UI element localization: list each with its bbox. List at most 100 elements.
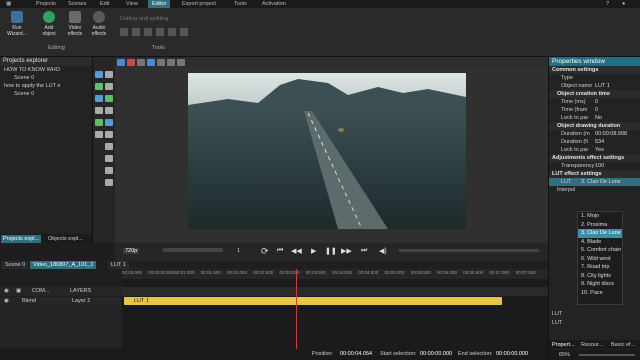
run-wizard-button[interactable]: Run Wizard...: [6, 11, 28, 37]
arrow-object-icon[interactable]: [105, 143, 113, 150]
drawing-duration-header[interactable]: Object drawing duration: [549, 122, 640, 130]
lut-settings-header[interactable]: LUT effect settings: [549, 170, 640, 178]
zoom-slider[interactable]: [579, 354, 635, 356]
rotate-icon[interactable]: [156, 28, 164, 36]
zoom-tool-icon[interactable]: [105, 179, 113, 186]
blend-mode-select[interactable]: Blend: [22, 297, 36, 306]
align-icon[interactable]: [157, 59, 165, 66]
creation-time-header[interactable]: Object creation time: [549, 90, 640, 98]
lock-parent-row[interactable]: Lock to par No: [549, 114, 640, 122]
explorer-item[interactable]: how to apply the LUT e: [0, 82, 92, 90]
volume-slider[interactable]: [399, 249, 539, 252]
tab-video-object[interactable]: Video_180807_A_101_1: [30, 261, 97, 269]
subtitle-object-icon[interactable]: [95, 107, 103, 114]
time-ms-field[interactable]: 0: [595, 98, 598, 106]
loop-icon[interactable]: ⟳: [261, 246, 269, 257]
skip-back-icon[interactable]: ⏮: [277, 247, 283, 255]
preview-zoom-slider[interactable]: [163, 248, 223, 252]
lut-option[interactable]: 6. Wild west: [578, 255, 622, 264]
skip-forward-icon[interactable]: ⏭: [361, 247, 367, 255]
time-ms-row[interactable]: Time (ms) 0: [549, 98, 640, 106]
lut-option[interactable]: 7. Road trip: [578, 263, 622, 272]
track-composition[interactable]: ◉ ▣ COM... LAYERS: [0, 287, 122, 296]
lut-option[interactable]: 3. Clair De Lune: [578, 229, 622, 238]
grid-icon[interactable]: [137, 59, 145, 66]
lut-row[interactable]: LUT 3. Clair De Lune: [549, 178, 640, 186]
video-effects-button[interactable]: Video effects: [64, 11, 86, 37]
step-back-icon[interactable]: ◀◀: [291, 247, 302, 255]
tab-objects-explorer[interactable]: Objects expl...: [46, 235, 85, 243]
explorer-item[interactable]: Scene 0: [0, 74, 92, 82]
lut-option[interactable]: 1. Mojo: [578, 212, 622, 221]
duration-ms-row[interactable]: Duration (m 00:00:08.908: [549, 130, 640, 138]
lut-option[interactable]: 10. Pace: [578, 289, 622, 298]
menu-tools[interactable]: Tools: [230, 0, 251, 8]
preview-resolution[interactable]: 720p: [123, 248, 140, 254]
menu-activation[interactable]: Activation: [258, 0, 290, 8]
video-preview[interactable]: [188, 73, 466, 229]
lut-dropdown[interactable]: 3. Clair De Lune: [581, 178, 621, 186]
menu-view[interactable]: View: [122, 0, 142, 8]
text-tool-icon[interactable]: [105, 155, 113, 162]
lut-clip[interactable]: LUT 1: [124, 297, 502, 305]
lut-option[interactable]: 9. Night discs: [578, 280, 622, 289]
split-icon[interactable]: [132, 28, 140, 36]
object-name-row[interactable]: Object name LUT 1: [549, 82, 640, 90]
explorer-item[interactable]: HOW TO KNOW WHO: [0, 66, 92, 74]
shape-object-icon[interactable]: [105, 83, 113, 90]
menu-scenes[interactable]: Scenes: [64, 0, 90, 8]
play-icon[interactable]: ▶: [311, 247, 316, 255]
user-icon[interactable]: ●: [618, 0, 629, 8]
time-frame-row[interactable]: Time (fram 0: [549, 106, 640, 114]
lock-parent-value-2[interactable]: Yes: [595, 146, 604, 154]
duration-frames-field[interactable]: 534: [595, 138, 604, 146]
step-forward-icon[interactable]: ▶▶: [341, 247, 352, 255]
volume-icon[interactable]: ◀): [379, 247, 387, 255]
effect-object-icon[interactable]: [105, 119, 113, 126]
transparency-field[interactable]: 100: [595, 162, 604, 170]
audio-effects-button[interactable]: Audio effects: [88, 11, 110, 37]
lut-option[interactable]: 8. City lights: [578, 272, 622, 281]
menu-editor[interactable]: Editor: [148, 0, 171, 8]
lock-icon[interactable]: ▣: [16, 287, 21, 296]
text-object-icon[interactable]: [105, 71, 113, 78]
timeline-ruler[interactable]: 00:00.000 00:00:00.500 00:01.000 00:01.500 0…: [122, 269, 548, 279]
sprite-object-icon[interactable]: [95, 131, 103, 138]
lut-option[interactable]: 2. Proxima: [578, 221, 622, 230]
common-settings-header[interactable]: Common settings: [549, 66, 640, 74]
playhead[interactable]: [296, 269, 297, 349]
zoom-in-icon[interactable]: [167, 59, 175, 66]
time-frame-field[interactable]: 0: [595, 106, 598, 114]
snap-icon[interactable]: [147, 59, 155, 66]
speed-icon[interactable]: [180, 28, 188, 36]
menu-edit[interactable]: Edit: [96, 0, 113, 8]
lut-options-list[interactable]: 1. Mojo 2. Proxima 3. Clair De Lune 4. Blad…: [577, 211, 623, 305]
tab-properties[interactable]: Propert...: [550, 341, 577, 349]
tab-projects-explorer[interactable]: Projects expl...: [1, 235, 42, 243]
help-icon[interactable]: ?: [602, 0, 613, 8]
video-object-icon[interactable]: [95, 71, 103, 78]
lock-parent-value[interactable]: No: [595, 114, 602, 122]
duration-frames-row[interactable]: Duration (fi 534: [549, 138, 640, 146]
pause-icon[interactable]: ❚❚: [325, 247, 337, 255]
record-icon[interactable]: [127, 59, 135, 66]
track-layer-2[interactable]: ◉ Blend Layer 2: [0, 297, 122, 306]
tab-lut-1[interactable]: LUT 1: [108, 261, 129, 269]
transform-icon[interactable]: [168, 28, 176, 36]
lut-option[interactable]: 4. Blade: [578, 238, 622, 247]
duration-ms-field[interactable]: 00:00:08.908: [595, 130, 627, 138]
zoom-out-icon[interactable]: [177, 59, 185, 66]
audio-object-icon[interactable]: [95, 95, 103, 102]
explorer-item[interactable]: Scene 0: [0, 90, 92, 98]
image-object-icon[interactable]: [95, 83, 103, 90]
menu-projects[interactable]: Projects: [32, 0, 60, 8]
lock-parent-row-2[interactable]: Lock to par Yes: [549, 146, 640, 154]
transparency-row[interactable]: Transparency 100: [549, 162, 640, 170]
select-icon[interactable]: [117, 59, 125, 66]
menu-export-project[interactable]: Export project: [178, 0, 220, 8]
animation-object-icon[interactable]: [95, 119, 103, 126]
eye-icon-2[interactable]: ◉: [4, 297, 9, 306]
mask-object-icon[interactable]: [105, 131, 113, 138]
object-name-field[interactable]: LUT 1: [595, 82, 610, 90]
chart-object-icon[interactable]: [105, 95, 113, 102]
